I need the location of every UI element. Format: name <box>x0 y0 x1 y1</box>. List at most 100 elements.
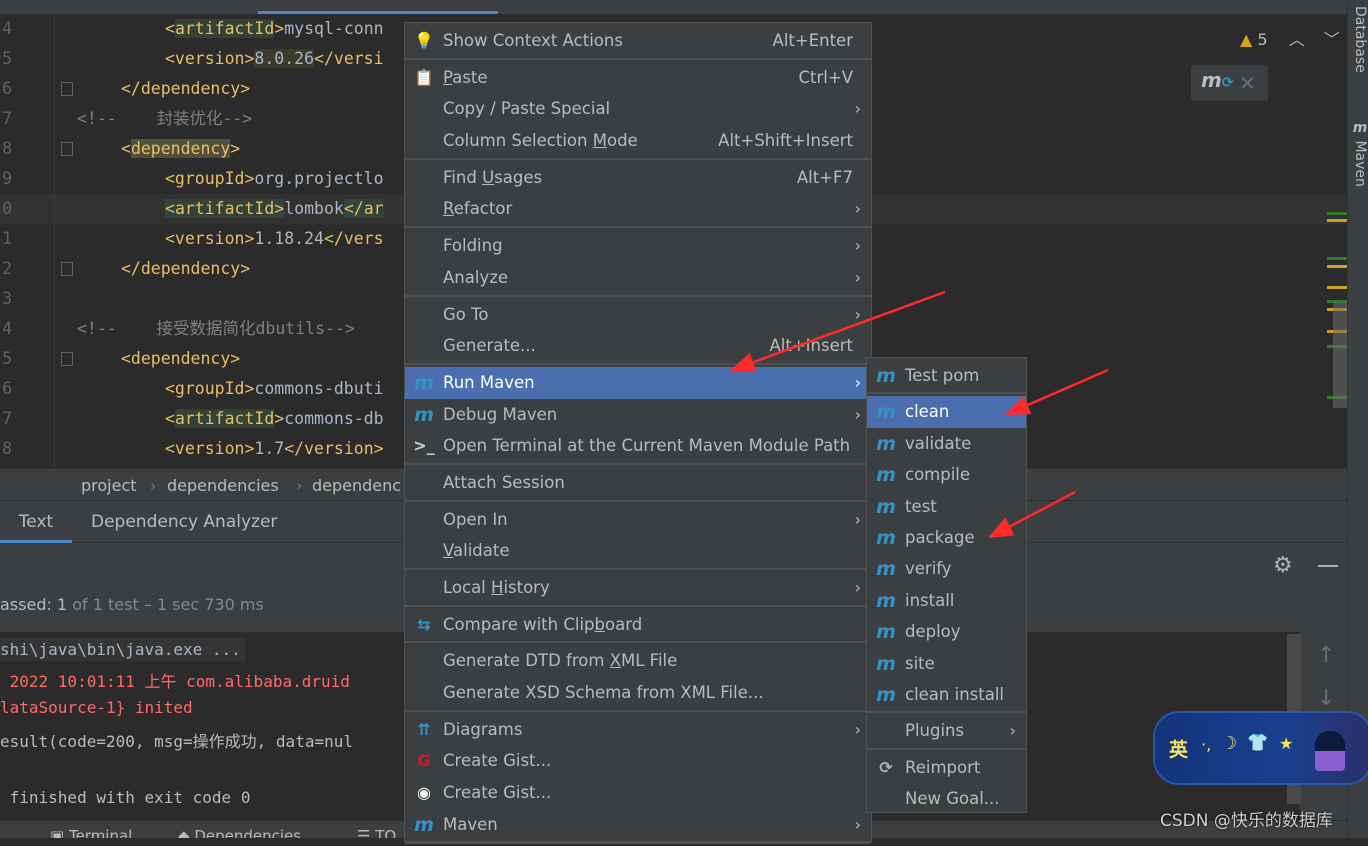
scroll-up-icon[interactable]: ↑ <box>1317 643 1335 668</box>
gear-icon[interactable]: ⚙ <box>1273 553 1293 578</box>
inspection-widget[interactable]: ▲ 5 ︿ ﹀ <box>1240 26 1340 50</box>
menu-item-diagrams[interactable]: ⇈ Diagrams › <box>405 714 871 746</box>
error-stripe-mark[interactable] <box>1327 212 1348 215</box>
menu-item-label: Open In <box>443 509 508 529</box>
menu-item-install[interactable]: m install <box>867 585 1026 616</box>
error-stripe-mark[interactable] <box>1327 286 1348 289</box>
menu-item-label: Generate... <box>443 336 536 356</box>
maven-run-icon: m <box>876 432 896 455</box>
next-highlight-icon[interactable]: ﹀ <box>1324 30 1340 49</box>
menu-item-local-history[interactable]: Local History › <box>405 572 871 604</box>
error-stripe-mark[interactable] <box>1327 257 1348 260</box>
fold-icon[interactable] <box>61 142 73 156</box>
maven-tool-button[interactable]: m Maven <box>1352 120 1368 187</box>
maven-reload-popup[interactable]: m⟳ ✕ <box>1191 65 1268 101</box>
breadcrumb-item[interactable]: project <box>81 469 137 503</box>
menu-item-test-pom[interactable]: m Test pom <box>867 360 1026 391</box>
menu-item-clean[interactable]: m clean <box>867 396 1026 428</box>
run-maven-submenu: m Test pom m clean m validate m compile m test m pa… <box>866 357 1027 813</box>
code-token: <groupId> <box>165 169 255 188</box>
menu-item-open-in[interactable]: Open In › <box>405 504 871 536</box>
menu-item-show-context-actions[interactable]: 💡 Show Context Actions Alt+Enter <box>405 25 871 57</box>
line-number: 3 <box>2 289 12 308</box>
menu-item-generate-xsd-schema-from-xml-file[interactable]: Generate XSD Schema from XML File... <box>405 677 871 709</box>
menu-item-debug-maven[interactable]: m Debug Maven › <box>405 399 871 431</box>
menu-item-paste[interactable]: 📋 Paste Ctrl+V <box>405 62 871 94</box>
code-text: <artifactId>mysql-conn <box>165 14 384 44</box>
diagram-icon: ⇈ <box>417 719 431 739</box>
code-text: <dependency> <box>121 134 240 164</box>
menu-item-site[interactable]: m site <box>867 648 1026 679</box>
code-token: lombok <box>284 199 344 218</box>
status-label: TO <box>375 827 397 838</box>
code-text: <!-- 接受数据简化dbutils--> <box>77 314 355 344</box>
fold-icon[interactable] <box>61 82 73 96</box>
tab-text[interactable]: Text <box>0 501 72 543</box>
menu-item-new-goal[interactable]: New Goal... <box>867 783 1026 814</box>
menu-item-package[interactable]: m package <box>867 522 1026 553</box>
fold-icon[interactable] <box>61 262 73 276</box>
menu-item-generate[interactable]: Generate... Alt+Insert <box>405 330 871 362</box>
code-token: commons-dbuti <box>254 379 384 398</box>
menu-item-open-terminal-at-the-current-maven-module-path[interactable]: >_ Open Terminal at the Current Maven Mod… <box>405 430 871 462</box>
menu-item-label: Generate DTD from XML File <box>443 651 678 671</box>
menu-item-reimport[interactable]: ⟳ Reimport <box>867 752 1026 783</box>
menu-item-go-to[interactable]: Go To › <box>405 299 871 331</box>
menu-item-find-usages[interactable]: Find Usages Alt+F7 <box>405 162 871 194</box>
menu-item-create-gist[interactable]: ◉ Create Gist... <box>405 777 871 809</box>
menu-item-test[interactable]: m test <box>867 491 1026 522</box>
editor-tab-bar <box>0 0 1348 14</box>
fold-icon[interactable] <box>61 352 73 366</box>
scroll-down-icon[interactable]: ↓ <box>1317 686 1335 711</box>
line-number: 6 <box>2 79 12 98</box>
code-token: <!-- 接受数据简化dbutils--> <box>77 319 355 338</box>
menu-item-validate[interactable]: m validate <box>867 428 1026 459</box>
menu-item-deploy[interactable]: m deploy <box>867 616 1026 647</box>
menu-item-create-gist[interactable]: G Create Gist... <box>405 745 871 777</box>
menu-item-label: install <box>905 590 955 610</box>
menu-item-label: Go To <box>443 304 489 324</box>
editor-scrollbar-thumb[interactable] <box>1333 302 1347 408</box>
menu-item-clean-install[interactable]: m clean install <box>867 679 1026 710</box>
code-token: </versi <box>314 49 384 68</box>
tab-dependency-analyzer[interactable]: Dependency Analyzer <box>91 501 277 543</box>
menu-item-plugins[interactable]: Plugins › <box>867 715 1026 746</box>
breadcrumb-item[interactable]: dependenc <box>312 469 401 503</box>
menu-item-refactor[interactable]: Refactor › <box>405 193 871 225</box>
close-icon[interactable]: ✕ <box>1239 71 1256 95</box>
menu-item-maven[interactable]: m Maven › <box>405 809 871 841</box>
previous-highlight-icon[interactable]: ︿ <box>1289 30 1305 49</box>
menu-item-folding[interactable]: Folding › <box>405 230 871 262</box>
maven-run-icon: m <box>876 526 896 549</box>
menu-item-verify[interactable]: m verify <box>867 553 1026 584</box>
maven-reload-icon[interactable]: m⟳ <box>1201 68 1234 92</box>
menu-item-validate[interactable]: Validate <box>405 535 871 567</box>
error-stripe-mark[interactable] <box>1327 219 1348 222</box>
todo-tool-button[interactable]: ☰ TO <box>357 827 396 838</box>
chevron-right-icon: › <box>854 814 861 834</box>
code-token: <version> <box>165 49 255 68</box>
warning-icon: ▲ <box>1240 30 1253 49</box>
menu-item-compare-with-clipboard[interactable]: ⇆ Compare with Clipboard <box>405 609 871 641</box>
menu-item-analyze[interactable]: Analyze › <box>405 262 871 294</box>
ime-status-widget[interactable]: 英 ·, ☽ 👕 ★ <box>1153 711 1368 785</box>
dependencies-tool-button[interactable]: ◆ Dependencies <box>178 827 301 838</box>
menu-item-label: Validate <box>443 541 510 561</box>
error-stripe-mark[interactable] <box>1327 265 1348 268</box>
minimize-icon[interactable] <box>1318 565 1338 567</box>
code-token: </dependency> <box>121 259 251 278</box>
menu-item-generate-dtd-from-xml-file[interactable]: Generate DTD from XML File <box>405 645 871 677</box>
terminal-tool-button[interactable]: ▣ Terminal <box>50 827 132 838</box>
menu-item-copy-paste-special[interactable]: Copy / Paste Special › <box>405 93 871 125</box>
menu-item-column-selection-mode[interactable]: Column Selection Mode Alt+Shift+Insert <box>405 125 871 157</box>
breadcrumb-item[interactable]: dependencies <box>167 469 279 503</box>
maven-icon: m <box>414 813 434 836</box>
menu-item-label: clean install <box>905 684 1005 704</box>
database-tool-button[interactable]: Database <box>1352 6 1368 73</box>
star-icon: ★ <box>1279 734 1294 753</box>
code-text: <dependency> <box>121 344 240 374</box>
menu-item-run-maven[interactable]: m Run Maven › <box>405 366 871 399</box>
menu-item-label: Compare with Clipboard <box>443 614 643 634</box>
menu-item-attach-session[interactable]: Attach Session <box>405 467 871 499</box>
menu-item-compile[interactable]: m compile <box>867 459 1026 490</box>
